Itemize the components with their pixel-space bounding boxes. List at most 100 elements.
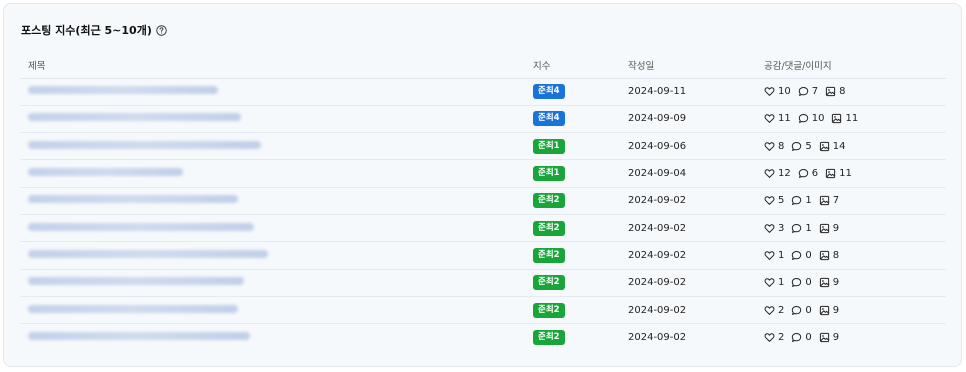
table-row[interactable]: 준최4 2024-09-11 10 7 8 xyxy=(20,78,946,106)
image-icon xyxy=(819,250,830,261)
index-badge: 준최4 xyxy=(533,111,565,127)
table-row[interactable]: 준최4 2024-09-09 11 10 11 xyxy=(20,105,946,134)
post-title-cell[interactable] xyxy=(20,187,525,215)
post-title-blurred[interactable] xyxy=(28,86,218,95)
comment-icon xyxy=(791,195,802,206)
likes-count: 1 xyxy=(778,277,785,289)
post-date: 2024-09-02 xyxy=(628,222,687,234)
table-row[interactable]: 준최2 2024-09-02 1 0 8 xyxy=(20,241,946,270)
post-title-blurred[interactable] xyxy=(28,249,268,258)
post-date: 2024-09-09 xyxy=(628,113,687,125)
index-cell: 준최2 xyxy=(525,187,620,215)
column-header-date: 작성일 xyxy=(620,52,756,79)
post-title-blurred[interactable] xyxy=(28,195,238,204)
comment-icon xyxy=(798,113,809,124)
heart-icon xyxy=(764,277,775,288)
post-title-cell[interactable] xyxy=(20,159,525,188)
post-title-cell[interactable] xyxy=(20,269,525,297)
images-count: 11 xyxy=(839,168,852,180)
heart-icon xyxy=(764,332,775,343)
image-icon xyxy=(819,223,830,234)
index-cell: 준최2 xyxy=(525,269,620,297)
post-title-blurred[interactable] xyxy=(28,140,261,149)
images-count: 9 xyxy=(832,277,840,289)
table-row[interactable]: 준최2 2024-09-02 5 1 7 xyxy=(20,187,946,215)
date-cell: 2024-09-02 xyxy=(620,324,756,351)
post-title-blurred[interactable] xyxy=(28,168,183,177)
date-cell: 2024-09-02 xyxy=(620,296,756,325)
column-header-index: 지수 xyxy=(525,52,620,79)
heart-icon xyxy=(764,195,775,206)
images-count: 11 xyxy=(845,113,859,125)
help-icon[interactable] xyxy=(156,24,167,36)
post-title-blurred[interactable] xyxy=(28,222,254,231)
comment-icon xyxy=(791,223,802,234)
stats-cell: 12 6 11 xyxy=(756,159,946,188)
table-row[interactable]: 준최2 2024-09-02 2 0 9 xyxy=(20,324,946,351)
comments-count: 0 xyxy=(805,304,812,316)
post-title-blurred[interactable] xyxy=(28,277,244,286)
post-title-blurred[interactable] xyxy=(28,113,241,122)
post-title-cell[interactable] xyxy=(20,324,525,351)
heart-icon xyxy=(764,223,775,234)
comment-icon xyxy=(791,332,802,343)
table-row[interactable]: 준최2 2024-09-02 1 0 9 xyxy=(20,269,946,297)
date-cell: 2024-09-04 xyxy=(620,159,756,188)
index-cell: 준최1 xyxy=(525,132,620,161)
comments-count: 1 xyxy=(805,195,812,207)
post-title-cell[interactable] xyxy=(20,214,525,243)
table-row[interactable]: 준최2 2024-09-02 3 1 9 xyxy=(20,214,946,243)
images-count: 9 xyxy=(832,332,840,344)
date-cell: 2024-09-02 xyxy=(620,214,756,243)
post-title-cell[interactable] xyxy=(20,132,525,161)
table-row[interactable]: 준최1 2024-09-04 12 6 11 xyxy=(20,159,946,188)
likes-count: 1 xyxy=(778,249,785,261)
stats-cell: 2 0 9 xyxy=(756,296,946,325)
stats-cell: 2 0 9 xyxy=(756,324,946,351)
image-icon xyxy=(825,86,836,97)
post-date: 2024-09-02 xyxy=(628,277,687,289)
post-title-cell[interactable] xyxy=(20,296,525,325)
table-row[interactable]: 준최1 2024-09-06 8 5 14 xyxy=(20,132,946,161)
image-icon xyxy=(825,168,836,179)
stats-cell: 1 0 9 xyxy=(756,269,946,297)
stats-cell: 3 1 9 xyxy=(756,214,946,243)
post-title-cell[interactable] xyxy=(20,105,525,134)
index-cell: 준최1 xyxy=(525,159,620,188)
post-date: 2024-09-02 xyxy=(628,249,687,261)
index-cell: 준최2 xyxy=(525,214,620,243)
column-header-stats: 공감/댓글/이미지 xyxy=(756,52,946,79)
likes-count: 5 xyxy=(778,195,785,207)
index-cell: 준최4 xyxy=(525,105,620,134)
table-row[interactable]: 준최2 2024-09-02 2 0 9 xyxy=(20,296,946,325)
post-date: 2024-09-06 xyxy=(628,140,687,152)
post-date: 2024-09-02 xyxy=(628,195,687,207)
index-badge: 준최2 xyxy=(533,220,565,236)
comment-icon xyxy=(798,86,809,97)
heart-icon xyxy=(764,305,775,316)
stats-cell: 11 10 11 xyxy=(756,105,946,134)
index-cell: 준최2 xyxy=(525,296,620,325)
posting-index-card: 포스팅 지수(최근 5~10개) 제목 지수 작성일 공감/댓글/이미지 준최4… xyxy=(3,3,962,367)
heart-icon xyxy=(764,141,775,152)
stats-cell: 5 1 7 xyxy=(756,187,946,215)
stats-cell: 10 7 8 xyxy=(756,78,946,106)
images-count: 9 xyxy=(832,304,840,316)
heart-icon xyxy=(764,113,775,124)
comment-icon xyxy=(791,305,802,316)
heart-icon xyxy=(764,250,775,261)
likes-count: 3 xyxy=(778,222,785,234)
post-title-cell[interactable] xyxy=(20,78,525,106)
likes-count: 2 xyxy=(778,304,785,316)
post-title-blurred[interactable] xyxy=(28,332,250,341)
table-header-row: 제목 지수 작성일 공감/댓글/이미지 xyxy=(20,52,946,79)
index-badge: 준최2 xyxy=(533,193,565,209)
post-date: 2024-09-02 xyxy=(628,304,687,316)
column-header-title: 제목 xyxy=(20,52,525,79)
post-title-blurred[interactable] xyxy=(28,304,238,313)
comments-count: 1 xyxy=(805,222,812,234)
likes-count: 8 xyxy=(778,140,785,152)
post-title-cell[interactable] xyxy=(20,241,525,270)
post-date: 2024-09-02 xyxy=(628,332,687,344)
images-count: 8 xyxy=(839,86,846,98)
